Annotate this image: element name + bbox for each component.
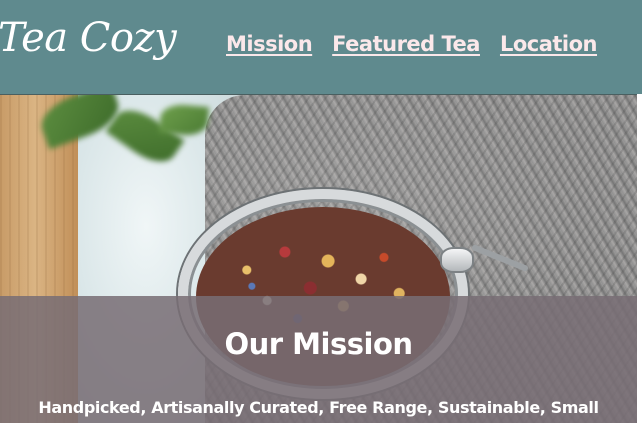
page: Tea Cozy Mission Featured Tea Location O… — [0, 0, 642, 423]
jar-clasp — [440, 247, 474, 273]
main-nav: Mission Featured Tea Location — [226, 30, 598, 58]
page-edge — [637, 94, 642, 423]
nav-link-mission[interactable]: Mission — [226, 30, 313, 58]
mission-title: Our Mission — [224, 327, 413, 361]
header: Tea Cozy Mission Featured Tea Location — [0, 0, 642, 94]
logo[interactable]: Tea Cozy — [0, 18, 177, 58]
nav-link-featured-tea[interactable]: Featured Tea — [332, 30, 480, 58]
nav-link-location[interactable]: Location — [500, 30, 598, 58]
mission-text: Handpicked, Artisanally Curated, Free Ra… — [38, 398, 599, 417]
